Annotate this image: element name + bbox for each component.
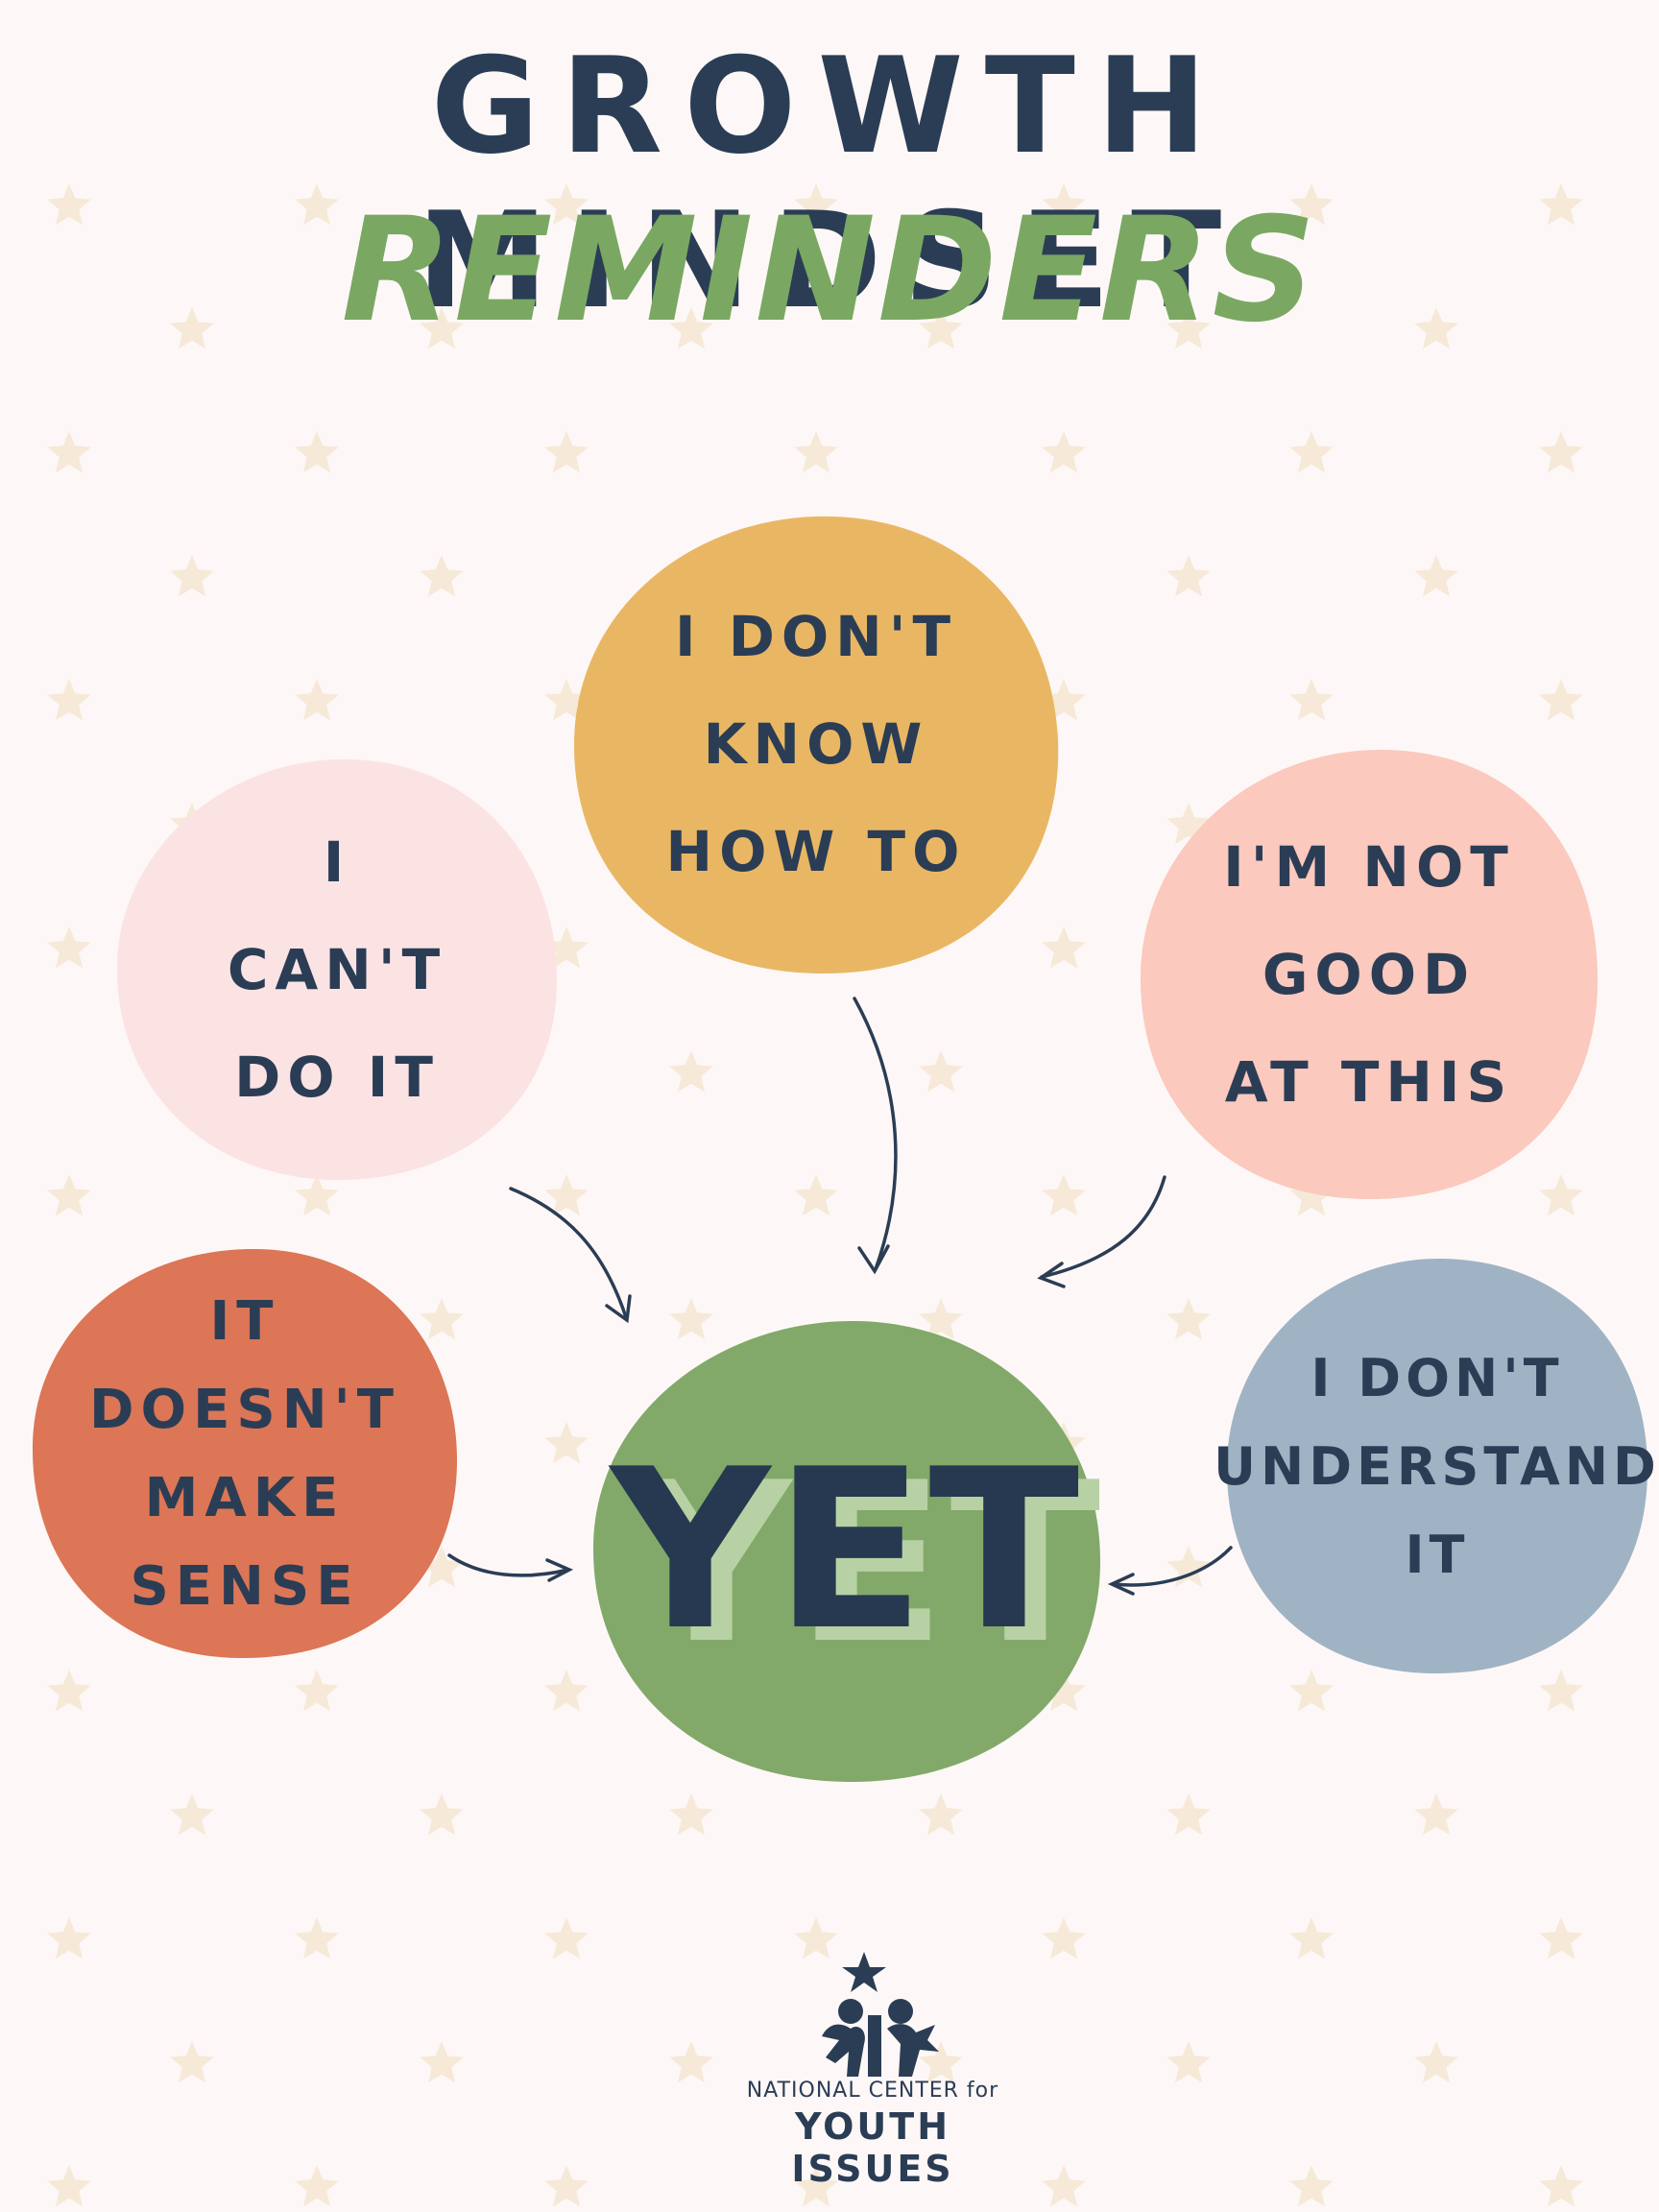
background-star-icon xyxy=(47,1670,91,1712)
background-star-icon xyxy=(170,1793,214,1836)
logo-star-icon xyxy=(842,1952,886,1992)
background-star-icon xyxy=(295,1917,339,1960)
logo-text-national-center: NATIONAL CENTER for xyxy=(746,2079,999,2103)
background-star-icon xyxy=(1166,1298,1211,1340)
background-star-icon xyxy=(1289,431,1334,473)
background-star-icon xyxy=(295,2165,339,2207)
background-star-icon xyxy=(1289,2165,1334,2207)
logo-figures-icon xyxy=(822,1952,939,2077)
background-star-icon xyxy=(1289,1917,1334,1960)
background-star-icon xyxy=(47,1917,91,1960)
background-star-icon xyxy=(1539,1917,1583,1960)
background-star-icon xyxy=(1166,2041,1211,2083)
background-star-icon xyxy=(669,1793,713,1836)
background-star-icon xyxy=(919,1050,963,1093)
background-star-icon xyxy=(1166,1793,1211,1836)
bubble-text: IT DOESN'T MAKE SENSE xyxy=(89,1290,400,1618)
background-star-icon xyxy=(295,679,339,721)
background-star-icon xyxy=(1042,2165,1086,2207)
background-star-icon xyxy=(47,1174,91,1216)
background-star-icon xyxy=(669,2041,713,2083)
background-star-icon xyxy=(1289,679,1334,721)
bubble-dont-know-how: I DON'T KNOW HOW TO xyxy=(570,509,1062,979)
yet-text: YET xyxy=(610,1422,1084,1679)
background-star-icon xyxy=(1539,431,1583,473)
background-star-icon xyxy=(544,1917,589,1960)
background-star-icon xyxy=(1042,431,1086,473)
logo-text-youth-issues: YOUTH ISSUES xyxy=(791,2105,954,2190)
background-star-icon xyxy=(1414,1793,1458,1836)
background-star-icon xyxy=(669,1050,713,1093)
logo: NATIONAL CENTER for YOUTH ISSUES xyxy=(714,1944,1031,2190)
background-star-icon xyxy=(1539,2165,1583,2207)
background-star-icon xyxy=(170,555,214,597)
bubble-not-good: I'M NOT GOOD AT THIS xyxy=(1135,744,1603,1205)
bubble-text: I DON'T KNOW HOW TO xyxy=(665,604,967,884)
background-star-icon xyxy=(1166,555,1211,597)
bubble-text: I'M NOT GOOD AT THIS xyxy=(1223,834,1515,1115)
background-star-icon xyxy=(295,431,339,473)
background-star-icon xyxy=(420,1793,464,1836)
title-reminders: REMINDERS xyxy=(341,187,1318,354)
bubble-dont-understand: I DON'T UNDERSTAND IT xyxy=(1214,1253,1656,1681)
background-star-icon xyxy=(544,1670,589,1712)
bubble-doesnt-make-sense: IT DOESN'T MAKE SENSE xyxy=(27,1243,463,1666)
background-star-icon xyxy=(47,2165,91,2207)
bubble-yet: YET YET xyxy=(588,1315,1106,1786)
background-star-icon xyxy=(420,555,464,597)
background-star-icon xyxy=(544,2165,589,2207)
background-star-icon xyxy=(420,2041,464,2083)
background-star-icon xyxy=(1539,679,1583,721)
background-star-icon xyxy=(794,431,838,473)
background-star-icon xyxy=(47,431,91,473)
background-star-icon xyxy=(47,679,91,721)
background-star-icon xyxy=(794,1174,838,1216)
bubble-text: I CAN'T DO IT xyxy=(227,830,447,1110)
background-star-icon xyxy=(170,2041,214,2083)
background-star-icon xyxy=(1414,2041,1458,2083)
background-star-icon xyxy=(544,431,589,473)
background-star-icon xyxy=(295,1670,339,1712)
background-star-icon xyxy=(1414,555,1458,597)
background-star-icon xyxy=(919,1793,963,1836)
bubble-cant-do-it: I CAN'T DO IT xyxy=(111,754,563,1186)
background-star-icon xyxy=(1042,1174,1086,1216)
bubble-text: I DON'T UNDERSTAND IT xyxy=(1214,1348,1659,1585)
background-star-icon xyxy=(1166,1546,1211,1588)
background-star-icon xyxy=(1042,1917,1086,1960)
background-star-icon xyxy=(544,1422,589,1464)
background-star-icon xyxy=(47,926,91,969)
